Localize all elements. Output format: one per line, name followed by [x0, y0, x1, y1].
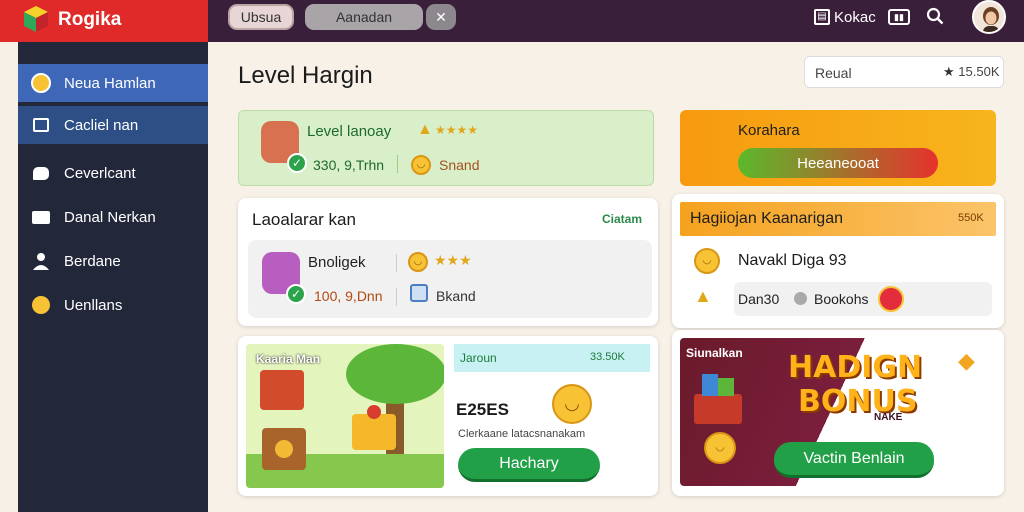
divider	[396, 254, 397, 272]
promo-orange-card[interactable]: Korahara Heeaneooat	[680, 110, 996, 186]
sidebar-item-3[interactable]: Danal Nerkan	[18, 198, 208, 236]
coin-icon: ◡	[411, 155, 431, 175]
sidebar-item-4[interactable]: Berdane	[18, 242, 208, 280]
flag-icon[interactable]: ▤	[814, 9, 830, 25]
bonus-card-title: Hagiiojan Kaanarigan	[690, 210, 843, 227]
notification-icon	[878, 286, 904, 312]
promo-offer: Jaroun 33.50K ◡ E25ES Clerkaane latacsna…	[454, 344, 650, 488]
list-card-title: Laoalarar kan	[252, 210, 356, 229]
score-display: ★ 15.50K	[943, 64, 999, 80]
bonus-claim-button[interactable]: Vactin Benlain	[774, 442, 934, 478]
bonus-line-1: Navakl Diga 93	[738, 252, 847, 269]
bell-icon: ▲	[417, 121, 433, 138]
banner-label: Siunalkan	[686, 346, 743, 360]
item-title: Bnoligek	[308, 254, 366, 271]
bonus-banner: Siunalkan HADIGN BONUS NAKE ◡ ◆ Vactin B…	[680, 338, 996, 486]
clock-icon	[794, 292, 807, 305]
list-card-tag[interactable]: Ciatam	[602, 212, 642, 226]
promo-description: Clerkaane latacsnanakam	[458, 428, 586, 440]
bag-icon	[410, 284, 428, 302]
sidebar-item-5[interactable]: Uenllans	[18, 286, 208, 324]
promo-header: Jaroun 33.50K	[454, 344, 650, 372]
bonus-banner-card: Siunalkan HADIGN BONUS NAKE ◡ ◆ Vactin B…	[672, 330, 1004, 496]
check-icon: ✓	[287, 153, 307, 173]
bonus-card-badge: 550K	[958, 212, 984, 224]
score-value: 15.50K	[958, 64, 1000, 79]
promo-head-value: 33.50K	[590, 351, 625, 363]
bonus-line-2: Dan30	[738, 291, 780, 307]
sidebar-item-label: Ceverlcant	[64, 164, 136, 182]
search-label: Reual	[815, 65, 852, 81]
item-value: 100, 9,Dnn	[314, 288, 383, 304]
promo-illustration: Kaaria Man	[246, 344, 444, 488]
orange-card-button[interactable]: Heeaneooat	[738, 148, 938, 178]
item-stars: ★★★	[434, 252, 472, 268]
check-icon: ✓	[286, 284, 306, 304]
briefcase-icon	[30, 206, 52, 228]
banner-headline-1: HADIGN	[788, 350, 923, 385]
level-value: 330, 9,Trhn	[313, 157, 385, 173]
star-icon: ★	[943, 64, 955, 79]
app-name: Rogika	[58, 9, 122, 30]
promo-label: Kaaria Man	[256, 352, 321, 366]
banner-small: NAKE	[874, 412, 903, 423]
close-pill-icon[interactable]: ✕	[426, 4, 456, 30]
app-logo[interactable]: Rogika	[0, 0, 208, 42]
tab-pill-ubsua[interactable]: Ubsua	[228, 4, 294, 30]
list-icon	[30, 114, 52, 136]
item-tag: Bkand	[436, 288, 476, 304]
bell-icon: ▲	[694, 286, 712, 306]
avatar[interactable]	[972, 0, 1006, 34]
bonus-item[interactable]: Dan30 Bookohs	[734, 282, 992, 316]
sidebar-item-label: Cacliel nan	[64, 116, 139, 134]
promo-code: E25ES	[456, 400, 509, 419]
emoji-icon	[30, 294, 52, 316]
media-icon[interactable]: ▮▮	[888, 9, 910, 25]
gift-box-icon	[694, 374, 742, 424]
list-card: Laoalarar kan Ciatam ✓ Bnoligek ◡ ★★★ 10…	[238, 198, 658, 326]
level-card-title: Level lanoay	[307, 123, 392, 140]
smile-coin-icon: ◡	[552, 384, 592, 424]
smile-coin-icon	[30, 72, 52, 94]
chat-icon	[30, 162, 52, 184]
search-icon[interactable]	[926, 7, 944, 25]
sidebar-item-label: Danal Nerkan	[64, 208, 156, 226]
sidebar-item-label: Uenllans	[64, 296, 123, 314]
sparkle-icon: ◆	[958, 348, 975, 373]
smile-icon: ◡	[694, 248, 720, 274]
bonus-line-2b: Bookohs	[814, 291, 869, 307]
cube-logo-icon	[24, 6, 48, 32]
divider	[396, 288, 397, 306]
search-pill[interactable]: Aanadan	[305, 4, 423, 30]
page-title: Level Hargin	[238, 62, 373, 89]
promo-card: Kaaria Man Jaroun 33.50K ◡ E25ES Clerkaa…	[238, 336, 658, 496]
sidebar-item-label: Neua Hamlan	[64, 74, 156, 92]
bonus-card-header: Hagiiojan Kaanarigan 550K	[680, 202, 996, 236]
topbar-label[interactable]: Kokac	[834, 9, 876, 26]
list-item[interactable]: ✓ Bnoligek ◡ ★★★ 100, 9,Dnn Bkand	[248, 240, 652, 318]
level-stars: ★★★★	[435, 123, 479, 137]
promo-head-label: Jaroun	[460, 351, 497, 365]
divider	[397, 155, 398, 173]
sidebar-item-1[interactable]: Cacliel nan	[18, 106, 208, 144]
bonus-card: Hagiiojan Kaanarigan 550K ◡ Navakl Diga …	[672, 194, 1004, 328]
smile-icon: ◡	[704, 432, 736, 464]
sidebar: Neua Hamlan Cacliel nan Ceverlcant Danal…	[18, 42, 208, 512]
user-icon	[30, 250, 52, 272]
promo-button[interactable]: Hachary	[458, 448, 600, 482]
sidebar-item-0[interactable]: Neua Hamlan	[18, 64, 208, 102]
sidebar-item-label: Berdane	[64, 252, 121, 270]
level-tag: Snand	[439, 157, 480, 173]
sidebar-item-2[interactable]: Ceverlcant	[18, 154, 208, 192]
coin-icon: ◡	[408, 252, 428, 272]
search-input[interactable]: Reual ★ 15.50K	[804, 56, 1004, 88]
level-card[interactable]: ✓ Level lanoay ▲ ★★★★ 330, 9,Trhn ◡ Snan…	[238, 110, 654, 186]
orange-card-title: Korahara	[738, 122, 800, 139]
